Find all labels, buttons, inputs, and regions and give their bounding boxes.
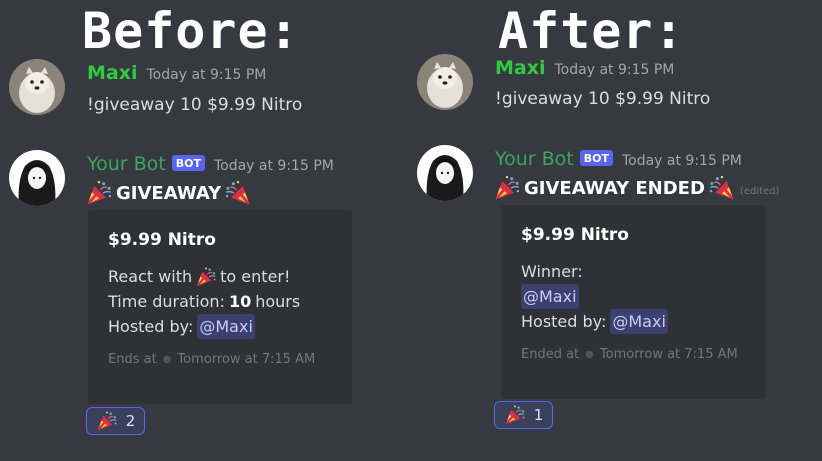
bot-badge: BOT xyxy=(171,155,205,171)
bot-badge: BOT xyxy=(579,150,613,166)
bot-avatar[interactable] xyxy=(9,150,65,206)
footer-label: Ended at xyxy=(521,347,580,362)
embed-footer: Ends at ● Tomorrow at 7:15 AM xyxy=(108,352,352,367)
embed-react-line: React with to enter! xyxy=(108,264,352,289)
duration-value: 10 xyxy=(228,292,252,311)
bot-username[interactable]: Your Bot xyxy=(87,153,166,175)
react-suffix: to enter! xyxy=(220,267,291,286)
bot-message-header: Your Bot BOT Today at 9:15 PM xyxy=(87,153,334,175)
timestamp: Today at 9:15 PM xyxy=(146,67,267,83)
embed-hosted-line: Hosted by: @Maxi xyxy=(521,309,765,334)
embed-title: $9.99 Nitro xyxy=(108,230,216,250)
host-mention[interactable]: @Maxi xyxy=(610,309,668,334)
giveaway-title: GIVEAWAY ENDED (edited) xyxy=(493,174,779,202)
party-popper-icon xyxy=(504,404,526,426)
message-text: !giveaway 10 $9.99 Nitro xyxy=(87,95,303,115)
winner-label: Winner: xyxy=(521,262,583,281)
maxi-avatar[interactable] xyxy=(9,59,65,115)
message-text: !giveaway 10 $9.99 Nitro xyxy=(495,89,711,109)
giveaway-title-text: GIVEAWAY ENDED xyxy=(524,177,705,199)
user-message-header: Maxi Today at 9:15 PM xyxy=(87,62,266,84)
embed-hosted-line: Hosted by: @Maxi xyxy=(108,314,352,339)
party-popper-icon xyxy=(85,179,113,207)
bullet-separator: ● xyxy=(585,349,594,360)
party-popper-icon xyxy=(195,266,217,288)
hosted-label: Hosted by: xyxy=(521,312,607,331)
giveaway-title-text: GIVEAWAY xyxy=(116,182,222,204)
hosted-label: Hosted by: xyxy=(108,317,194,336)
before-panel: Before: Maxi Today at 9:15 PM !giveaway … xyxy=(0,0,410,461)
duration-suffix: hours xyxy=(255,292,301,311)
after-heading: After: xyxy=(498,2,685,60)
react-prefix: React with xyxy=(108,267,193,286)
embed-footer: Ended at ● Tomorrow at 7:15 AM xyxy=(521,347,765,362)
host-mention[interactable]: @Maxi xyxy=(197,314,255,339)
reaction-count: 1 xyxy=(533,406,544,424)
user-message-header: Maxi Today at 9:15 PM xyxy=(495,57,674,79)
party-popper-icon xyxy=(493,174,521,202)
embed-winner-line: @Maxi xyxy=(521,284,765,309)
after-panel: After: Maxi Today at 9:15 PM !giveaway 1… xyxy=(408,0,818,461)
username[interactable]: Maxi xyxy=(87,62,138,84)
bullet-separator: ● xyxy=(162,354,172,365)
bot-message-header: Your Bot BOT Today at 9:15 PM xyxy=(495,148,742,170)
edited-marker: (edited) xyxy=(739,185,780,197)
giveaway-title: GIVEAWAY xyxy=(85,179,252,207)
embed-duration-line: Time duration: 10 hours xyxy=(108,289,352,314)
username[interactable]: Maxi xyxy=(495,57,546,79)
reaction-count: 2 xyxy=(125,412,136,430)
bot-avatar[interactable] xyxy=(417,145,473,201)
reaction-button[interactable]: 2 xyxy=(86,407,145,435)
giveaway-embed: $9.99 Nitro React with to enter! Time du… xyxy=(88,210,352,404)
party-popper-icon xyxy=(224,179,252,207)
timestamp: Today at 9:15 PM xyxy=(621,153,742,169)
reaction-button[interactable]: 1 xyxy=(494,401,553,429)
embed-title: $9.99 Nitro xyxy=(521,225,629,245)
timestamp: Today at 9:15 PM xyxy=(213,158,334,174)
winner-mention[interactable]: @Maxi xyxy=(521,284,579,309)
footer-time: Tomorrow at 7:15 AM xyxy=(599,347,738,362)
timestamp: Today at 9:15 PM xyxy=(554,62,675,78)
embed-winner-label: Winner: xyxy=(521,259,765,284)
before-heading: Before: xyxy=(82,2,300,60)
bot-username[interactable]: Your Bot xyxy=(495,148,574,170)
footer-label: Ends at xyxy=(108,352,157,367)
maxi-avatar[interactable] xyxy=(417,54,473,110)
footer-time: Tomorrow at 7:15 AM xyxy=(177,352,316,367)
duration-prefix: Time duration: xyxy=(108,292,225,311)
party-popper-icon xyxy=(708,174,736,202)
giveaway-embed: $9.99 Nitro Winner: @Maxi Hosted by: @Ma… xyxy=(501,205,765,399)
party-popper-icon xyxy=(96,410,118,432)
